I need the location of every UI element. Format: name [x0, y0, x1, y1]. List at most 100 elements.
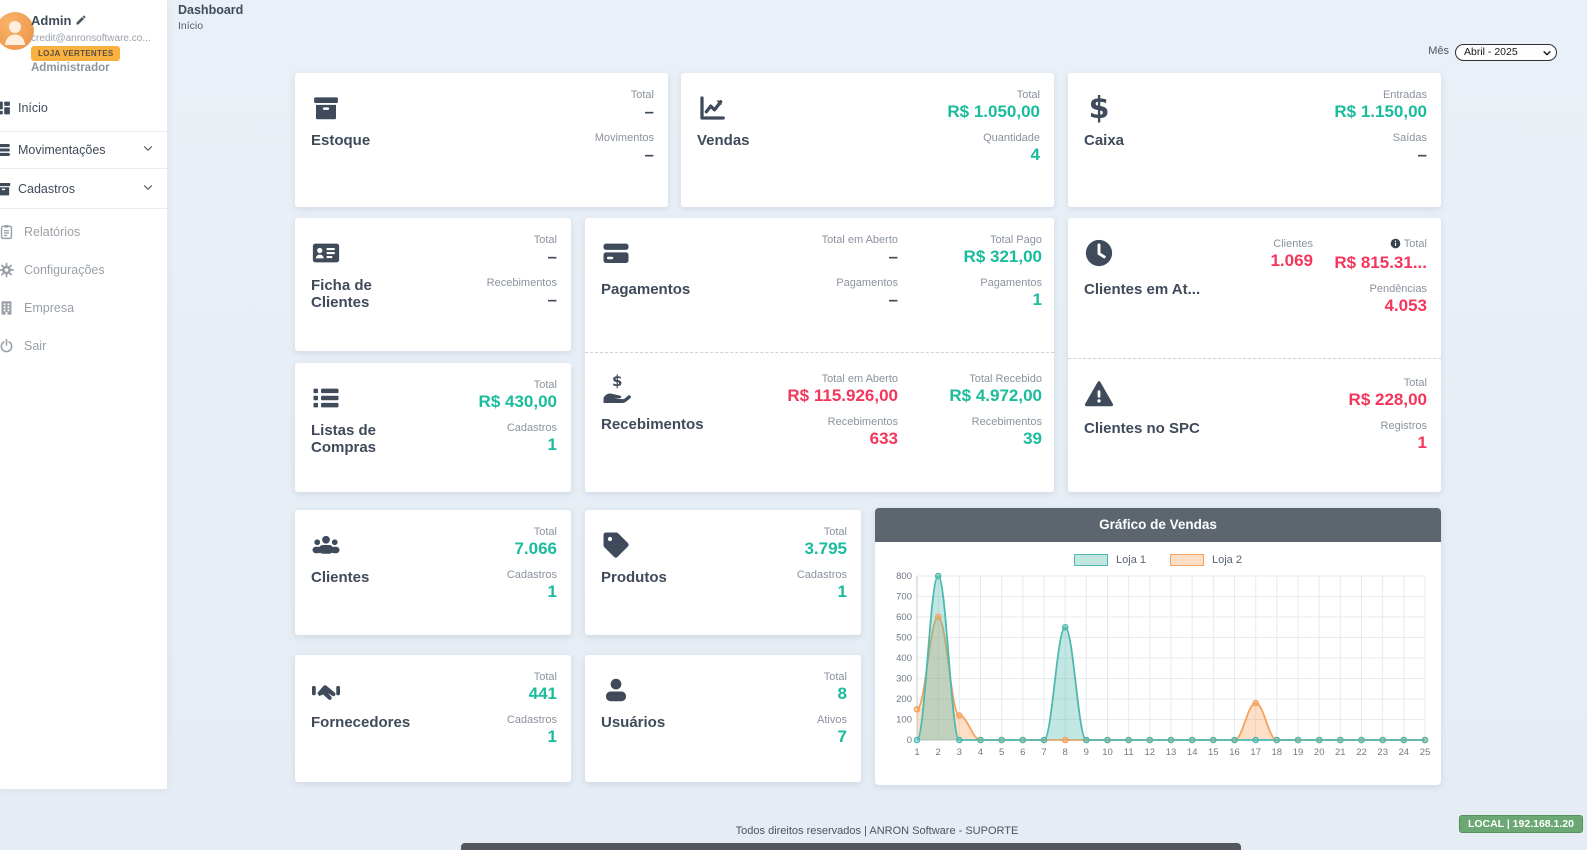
card-fornecedores[interactable]: Fornecedores Total441 Cadastros1: [295, 655, 571, 782]
stat-value: –: [1334, 144, 1427, 166]
card-stats: Total3.795 Cadastros1: [797, 526, 847, 612]
card-title: Pagamentos: [601, 282, 733, 299]
stat-label: Quantidade: [947, 132, 1040, 144]
environment-badge: LOCAL | 192.168.1.20: [1459, 815, 1583, 833]
stat-label: Cadastros: [479, 422, 557, 434]
sidebar-item-label: Início: [18, 101, 48, 115]
svg-text:24: 24: [1399, 747, 1410, 758]
card-title: Caixa: [1084, 133, 1216, 150]
svg-text:15: 15: [1208, 747, 1219, 758]
sidebar-item-relatorios[interactable]: Relatórios: [0, 213, 167, 251]
svg-text:17: 17: [1250, 747, 1261, 758]
stat-label: Clientes: [1270, 238, 1313, 250]
warning-triangle-icon: [1084, 379, 1114, 409]
stat-value: –: [487, 289, 557, 311]
sidebar-item-sair[interactable]: Sair: [0, 327, 167, 365]
sidebar-menu: Início Movimentações Cadastros Relatório…: [0, 90, 167, 365]
stat-label: Total: [479, 379, 557, 391]
dock-strip: [461, 843, 1241, 850]
stat-value: 1: [507, 581, 557, 603]
stat-label: Cadastros: [797, 569, 847, 581]
svg-text:2: 2: [936, 747, 941, 758]
sidebar-item-label: Empresa: [24, 301, 74, 315]
sidebar-item-inicio[interactable]: Início: [0, 90, 167, 126]
stat-value: –: [487, 246, 557, 268]
card-stats: Total em AbertoR$ 115.926,00 Recebimento…: [787, 373, 898, 459]
month-select[interactable]: Abril - 2025: [1455, 44, 1557, 61]
stat-label: Registros: [1349, 420, 1427, 432]
svg-text:0: 0: [907, 735, 912, 746]
stat-value: 3.795: [797, 538, 847, 560]
stat-value: 1: [507, 726, 557, 748]
card-caixa[interactable]: $ Caixa EntradasR$ 1.150,00 Saídas–: [1068, 73, 1441, 207]
archive-icon: [0, 180, 12, 197]
month-label: Mês: [1428, 45, 1449, 57]
card-stats: Total RecebidoR$ 4.972,00 Recebimentos39: [949, 373, 1042, 459]
month-filter: Mês Abril - 2025: [1428, 42, 1557, 61]
svg-text:800: 800: [896, 571, 912, 582]
svg-text:200: 200: [896, 694, 912, 705]
sidebar-item-label: Relatórios: [24, 225, 80, 239]
card-title: Recebimentos: [601, 417, 733, 434]
card-title: Clientes: [311, 570, 443, 587]
svg-text:3: 3: [957, 747, 962, 758]
page-title: Dashboard: [178, 3, 243, 17]
stat-value: R$ 321,00: [964, 246, 1042, 268]
stat-label: Total em Aberto: [787, 373, 898, 385]
stat-value: 1: [797, 581, 847, 603]
card-usuarios[interactable]: Usuários Total8 Ativos7: [585, 655, 861, 782]
card-produtos[interactable]: Produtos Total3.795 Cadastros1: [585, 510, 861, 635]
card-stats: EntradasR$ 1.150,00 Saídas–: [1334, 89, 1427, 175]
sidebar-item-label: Sair: [24, 339, 46, 353]
card-pagamentos-recebimentos[interactable]: Pagamentos Total em Aberto– Pagamentos– …: [585, 218, 1054, 492]
sidebar-item-configuracoes[interactable]: Configurações: [0, 251, 167, 289]
sidebar-item-movimentacoes[interactable]: Movimentações: [0, 131, 167, 169]
stat-value: 4: [947, 144, 1040, 166]
legend-item-loja1: Loja 1: [1074, 554, 1146, 566]
id-card-icon: [311, 238, 341, 268]
stat-label: Total: [595, 89, 654, 101]
clientes-no-spc-section: Clientes no SPC TotalR$ 228,00 Registros…: [1068, 358, 1441, 492]
card-atraso-spc[interactable]: Clientes em At... Clientes1.069 Total R$…: [1068, 218, 1441, 492]
stat-label: Total Recebido: [949, 373, 1042, 385]
stat-label: Saídas: [1334, 132, 1427, 144]
card-stats: Total7.066 Cadastros1: [507, 526, 557, 612]
stat-label: Total: [797, 526, 847, 538]
avatar[interactable]: [0, 12, 34, 50]
card-estoque[interactable]: Estoque Total– Movimentos–: [295, 73, 668, 207]
stat-value: R$ 115.926,00: [787, 385, 898, 407]
dollar-icon: $: [1084, 93, 1114, 123]
card-clientes[interactable]: Clientes Total7.066 Cadastros1: [295, 510, 571, 635]
building-icon: [0, 300, 15, 317]
card-ficha-de-clientes[interactable]: Ficha de Clientes Total– Recebimentos–: [295, 218, 571, 351]
svg-text:12: 12: [1145, 747, 1156, 758]
store-badge: LOJA VERTENTES: [31, 46, 120, 61]
svg-text:21: 21: [1335, 747, 1346, 758]
sidebar-item-empresa[interactable]: Empresa: [0, 289, 167, 327]
card-vendas[interactable]: Vendas TotalR$ 1.050,00 Quantidade4: [681, 73, 1054, 207]
svg-text:500: 500: [896, 633, 912, 644]
card-stats: Total em Aberto– Pagamentos–: [822, 234, 898, 320]
stat-label: Total: [817, 671, 847, 683]
dashboard-page: Admin credit@anronsoftware.co... LOJA VE…: [0, 0, 1587, 850]
power-icon: [0, 338, 15, 355]
chart-legend: Loja 1 Loja 2: [875, 554, 1441, 566]
card-listas-de-compras[interactable]: Listas de Compras TotalR$ 430,00 Cadastr…: [295, 363, 571, 492]
stat-label: Ativos: [817, 714, 847, 726]
svg-text:7: 7: [1041, 747, 1046, 758]
sidebar-item-label: Movimentações: [18, 143, 106, 157]
legend-item-loja2: Loja 2: [1170, 554, 1242, 566]
stat-label: Total: [947, 89, 1040, 101]
card-title: Listas de Compras: [311, 423, 411, 457]
card-stats: Clientes1.069: [1270, 238, 1313, 281]
svg-text:10: 10: [1102, 747, 1113, 758]
info-icon[interactable]: [1390, 238, 1401, 252]
users-icon: [311, 530, 341, 560]
sidebar-item-cadastros[interactable]: Cadastros: [0, 169, 167, 209]
svg-text:16: 16: [1229, 747, 1240, 758]
card-stats: Total8 Ativos7: [817, 671, 847, 757]
svg-text:700: 700: [896, 592, 912, 603]
stat-value: 1: [479, 434, 557, 456]
edit-pencil-icon[interactable]: [75, 14, 87, 29]
legend-swatch-loja1: [1074, 554, 1108, 566]
